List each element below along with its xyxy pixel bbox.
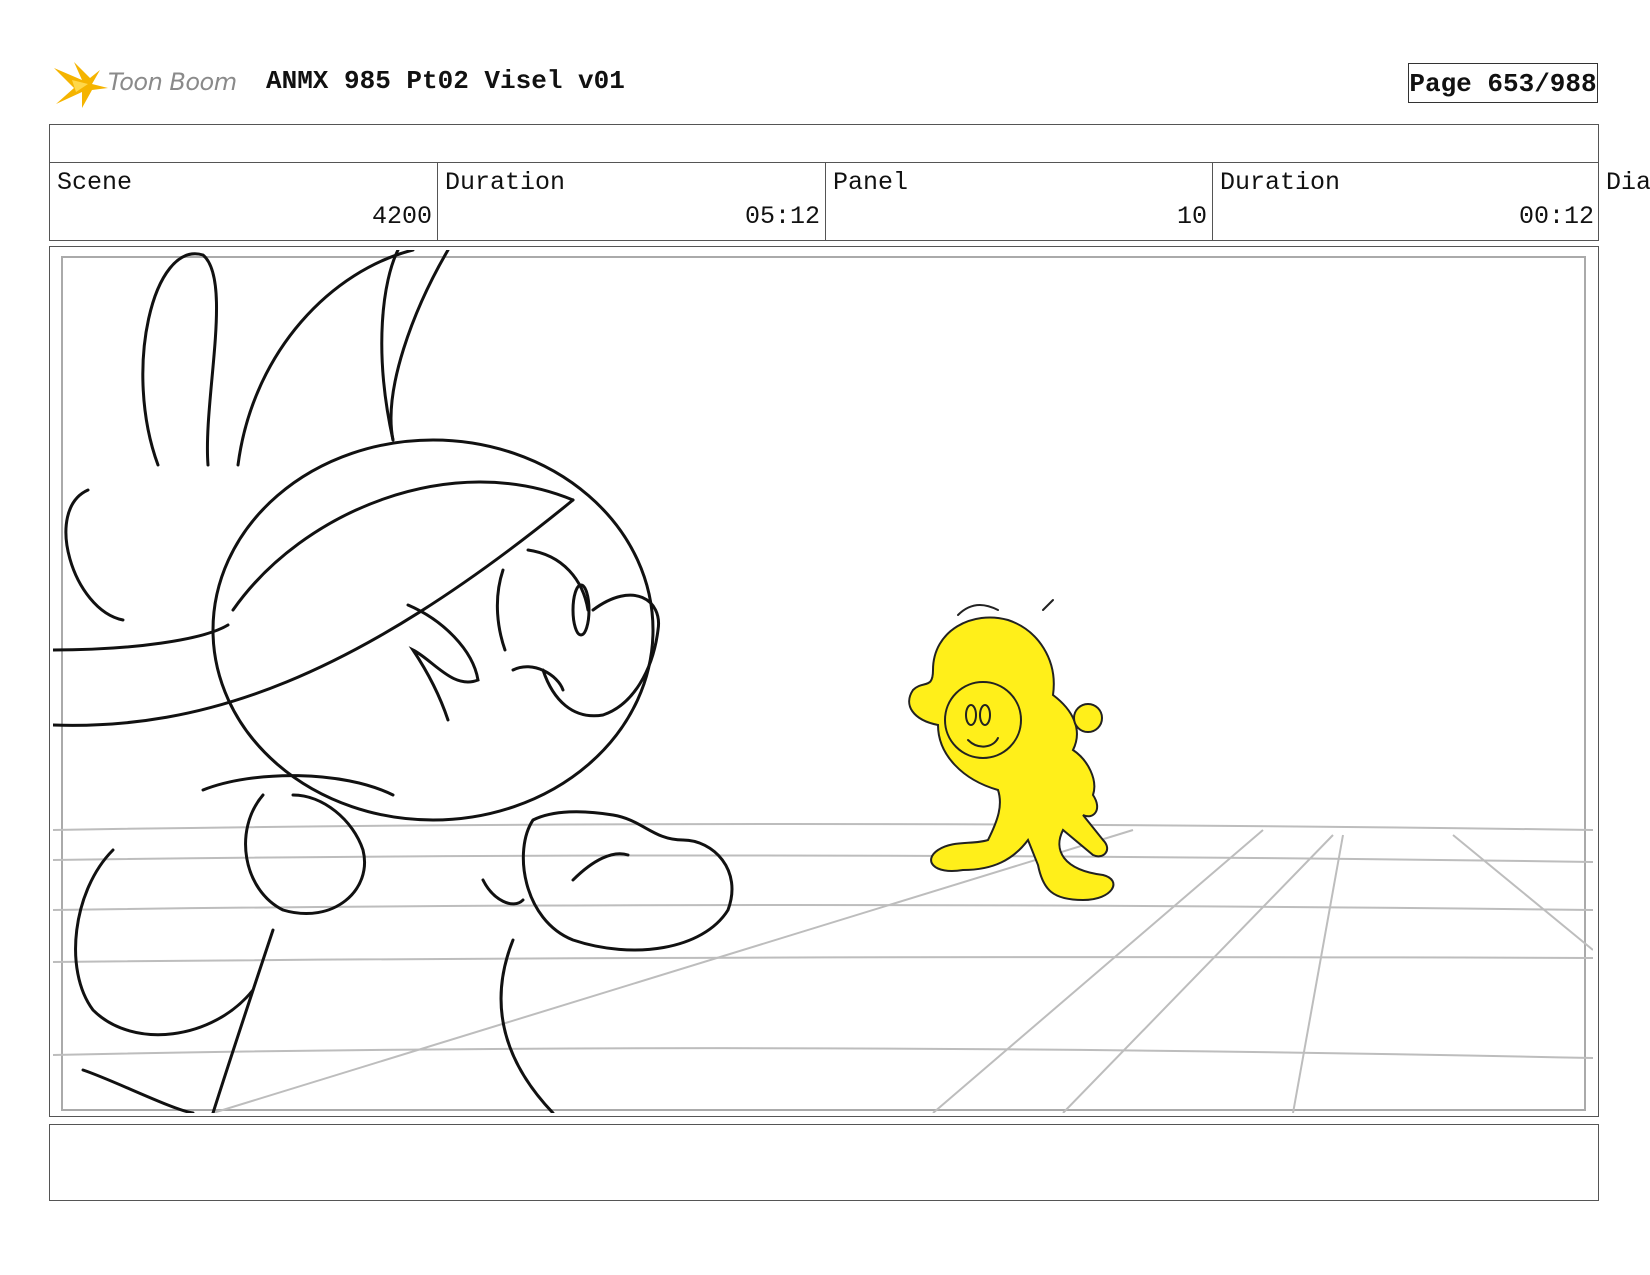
starburst-icon: [54, 62, 108, 108]
small-yellow-character: [908, 599, 1115, 902]
panel-duration-label: Duration: [1220, 168, 1341, 197]
info-row: Scene 4200 Duration 05:12 Panel 10 Durat…: [49, 162, 1599, 241]
logo-text: Toon Boom: [108, 68, 237, 96]
dialogue-label: Dia: [1606, 168, 1650, 197]
dialogue-notes-box: [49, 1124, 1599, 1201]
scene-label: Scene: [57, 168, 133, 197]
large-character-sketch: [53, 250, 734, 1113]
panel-duration-cell: Duration 00:12: [1213, 162, 1599, 240]
header-strip: [49, 124, 1599, 163]
scene-duration-value: 05:12: [744, 202, 820, 231]
toon-boom-logo: Toon Boom: [52, 58, 252, 112]
scene-cell: Scene 4200: [50, 162, 438, 240]
scene-value: 4200: [371, 202, 432, 231]
page-indicator: Page 653/988: [1408, 63, 1598, 103]
scene-duration-cell: Duration 05:12: [438, 162, 826, 240]
document-title: ANMX 985 Pt02 Visel v01: [266, 66, 625, 96]
panel-value: 10: [1176, 202, 1207, 231]
storyboard-sketch: [53, 250, 1593, 1113]
scene-duration-label: Duration: [445, 168, 566, 197]
floor-grid: [53, 823, 1593, 1113]
panel-duration-value: 00:12: [1518, 202, 1594, 231]
panel-label: Panel: [833, 168, 909, 197]
panel-cell: Panel 10: [826, 162, 1213, 240]
